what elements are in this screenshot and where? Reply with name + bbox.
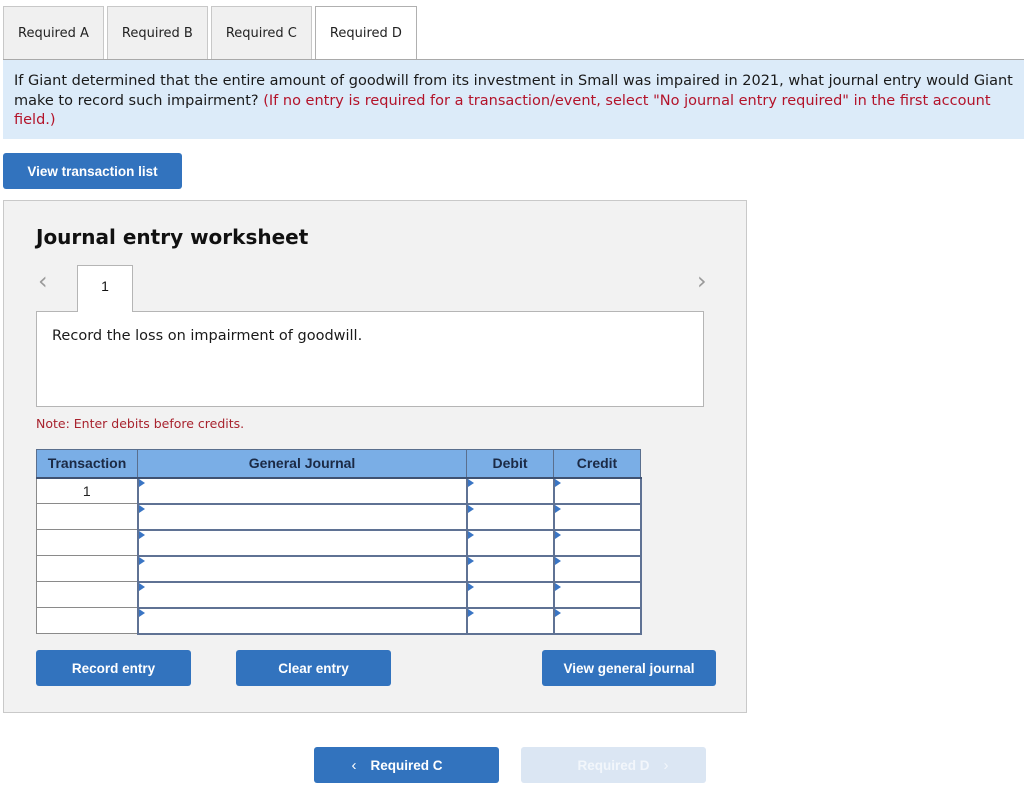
dropdown-marker-icon [467,556,474,565]
general-journal-table: Transaction General Journal Debit Credit… [36,449,642,635]
record-entry-button[interactable]: Record entry [36,650,191,686]
dropdown-marker-icon [554,504,561,513]
dropdown-marker-icon [467,582,474,591]
account-input-cell [136,528,468,557]
transaction-cell: 1 [36,477,139,504]
debit-input[interactable] [467,608,553,633]
dropdown-marker-icon [138,478,145,487]
journal-row: 1 [36,476,642,505]
next-requirement-button: › Required D › [521,747,706,783]
transaction-cell [36,607,139,634]
journal-row [36,554,642,583]
next-requirement-label: Required D [577,757,650,773]
credit-input[interactable] [554,582,640,607]
credit-input[interactable] [554,504,640,529]
credit-input[interactable] [554,556,640,581]
header-credit: Credit [553,449,641,479]
dropdown-marker-icon [554,478,561,487]
account-input[interactable] [138,556,466,581]
header-general-journal: General Journal [137,449,467,479]
credit-input[interactable] [554,530,640,555]
debit-input[interactable] [467,530,553,555]
dropdown-marker-icon [467,478,474,487]
tab-required-a[interactable]: Required A [3,6,104,59]
credit-input-cell [552,528,642,557]
debit-input-cell [465,476,555,505]
credit-input-cell [552,554,642,583]
entry-description: Record the loss on impairment of goodwil… [36,311,704,407]
journal-row [36,580,642,609]
dropdown-marker-icon [554,582,561,591]
transaction-cell [36,581,139,608]
dropdown-marker-icon [554,530,561,539]
journal-row [36,606,642,635]
previous-requirement-label: Required C [370,757,443,773]
account-input[interactable] [138,530,466,555]
debit-input-cell [465,528,555,557]
debit-input[interactable] [467,478,553,503]
debit-input-cell [465,502,555,531]
chevron-left-icon: ‹ [351,756,357,774]
transaction-cell [36,529,139,556]
tab-required-b[interactable]: Required B [106,6,208,59]
header-debit: Debit [466,449,554,479]
debits-credits-note: Note: Enter debits before credits. [36,416,245,431]
view-general-journal-button[interactable]: View general journal [542,650,716,686]
debit-input[interactable] [467,582,553,607]
journal-row [36,528,642,557]
account-input-cell [136,580,468,609]
account-input[interactable] [138,504,466,529]
worksheet-title: Journal entry worksheet [36,225,309,249]
account-input[interactable] [138,582,466,607]
chevron-right-icon[interactable]: › [697,269,707,293]
dropdown-marker-icon [554,556,561,565]
credit-input-cell [552,580,642,609]
debit-input-cell [465,554,555,583]
dropdown-marker-icon [138,504,145,513]
tab-required-c[interactable]: Required C [210,6,312,59]
credit-input[interactable] [554,478,640,503]
debit-input[interactable] [467,504,553,529]
account-input-cell [136,502,468,531]
journal-row [36,502,642,531]
entry-description-text: Record the loss on impairment of goodwil… [52,328,363,344]
chevron-left-icon[interactable]: ‹ [38,269,48,293]
credit-input[interactable] [554,608,640,633]
table-header-row: Transaction General Journal Debit Credit [36,449,641,479]
account-input[interactable] [138,608,466,633]
dropdown-marker-icon [467,530,474,539]
dropdown-marker-icon [138,608,145,617]
credit-input-cell [552,502,642,531]
view-transaction-list-button[interactable]: View transaction list [3,153,182,189]
dropdown-marker-icon [554,608,561,617]
account-input[interactable] [138,478,466,503]
debit-input-cell [465,580,555,609]
transaction-cell [36,555,139,582]
requirement-tabs: Required A Required B Required C Require… [3,6,420,60]
credit-input-cell [552,476,642,505]
chevron-right-icon: › [663,756,669,774]
journal-entry-worksheet: Journal entry worksheet ‹ 1 › Record the… [3,200,747,713]
credit-input-cell [552,606,642,635]
question-box: If Giant determined that the entire amou… [3,60,1024,139]
debit-input-cell [465,606,555,635]
transaction-cell [36,503,139,530]
account-input-cell [136,476,468,505]
account-input-cell [136,606,468,635]
dropdown-marker-icon [138,530,145,539]
dropdown-marker-icon [138,582,145,591]
previous-requirement-button[interactable]: ‹ Required C ‹ [314,747,499,783]
header-transaction: Transaction [36,449,138,479]
dropdown-marker-icon [138,556,145,565]
entry-tab-1[interactable]: 1 [77,265,133,312]
debit-input[interactable] [467,556,553,581]
dropdown-marker-icon [467,504,474,513]
account-input-cell [136,554,468,583]
tab-required-d[interactable]: Required D [314,6,417,60]
dropdown-marker-icon [467,608,474,617]
clear-entry-button[interactable]: Clear entry [236,650,391,686]
